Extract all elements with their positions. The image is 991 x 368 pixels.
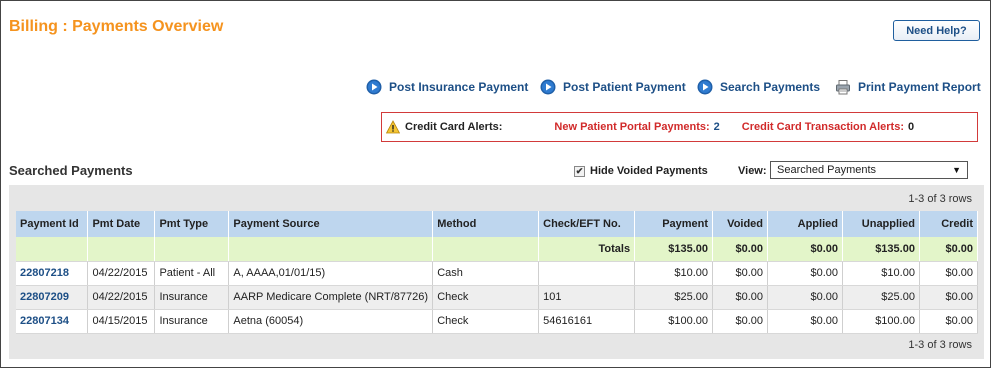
page-title: Billing : Payments Overview bbox=[9, 18, 224, 35]
method-cell: Check bbox=[432, 285, 540, 310]
credit-card-alerts-box: Credit Card Alerts: New Patient Portal P… bbox=[381, 112, 978, 142]
unapplied-cell: $100.00 bbox=[842, 309, 920, 334]
view-select[interactable]: Searched Payments ▼ bbox=[770, 161, 968, 179]
printer-icon bbox=[836, 80, 850, 95]
rows-count-bottom: 1-3 of 3 rows bbox=[908, 339, 972, 351]
payment-id-link[interactable]: 22807218 bbox=[20, 267, 69, 279]
table-row[interactable]: 22807209 04/22/2015 Insurance AARP Medic… bbox=[16, 285, 979, 310]
totals-cell-empty bbox=[432, 237, 540, 262]
payments-overview-window: Billing : Payments Overview Need Help? P… bbox=[0, 0, 991, 368]
pmt-date-cell: 04/15/2015 bbox=[87, 309, 156, 334]
payments-table: Payment Id Pmt Date Pmt Type Payment Sou… bbox=[16, 211, 979, 334]
play-circle-icon bbox=[366, 79, 382, 95]
totals-cell-empty bbox=[154, 237, 230, 262]
unapplied-cell: $25.00 bbox=[842, 285, 920, 310]
totals-row: Totals $135.00 $0.00 $0.00 $135.00 $0.00 bbox=[16, 237, 979, 262]
payment-source-cell: AARP Medicare Complete (NRT/87726) bbox=[228, 285, 434, 310]
portal-payments-label: New Patient Portal Payments: bbox=[554, 121, 710, 133]
pmt-date-cell: 04/22/2015 bbox=[87, 261, 156, 286]
table-row[interactable]: 22807218 04/22/2015 Patient - All A, AAA… bbox=[16, 261, 979, 286]
search-payments-label: Search Payments bbox=[720, 80, 821, 94]
hide-voided-toggle[interactable]: ✔ Hide Voided Payments bbox=[574, 165, 708, 177]
dropdown-arrow-icon: ▼ bbox=[952, 165, 961, 175]
payment-id-link[interactable]: 22807134 bbox=[20, 315, 69, 327]
totals-cell-empty bbox=[228, 237, 434, 262]
totals-label: Totals bbox=[538, 237, 636, 262]
totals-cell-empty bbox=[16, 237, 89, 262]
pmt-type-cell: Insurance bbox=[154, 309, 230, 334]
payment-source-cell: A, AAAA,01/01/15) bbox=[228, 261, 434, 286]
payment-source-cell: Aetna (60054) bbox=[228, 309, 434, 334]
pmt-type-cell: Patient - All bbox=[154, 261, 230, 286]
column-header-payment[interactable]: Payment bbox=[634, 211, 714, 237]
warning-icon bbox=[386, 120, 400, 134]
pmt-type-cell: Insurance bbox=[154, 285, 230, 310]
applied-cell: $0.00 bbox=[767, 261, 843, 286]
voided-cell: $0.00 bbox=[712, 309, 769, 334]
play-circle-icon bbox=[540, 79, 556, 95]
totals-unapplied: $135.00 bbox=[842, 237, 920, 262]
post-patient-payment-link[interactable]: Post Patient Payment bbox=[540, 78, 686, 96]
post-insurance-payment-link[interactable]: Post Insurance Payment bbox=[366, 78, 528, 96]
column-header-credit[interactable]: Credit bbox=[919, 211, 979, 237]
portal-payments-count-link[interactable]: 2 bbox=[714, 121, 720, 133]
post-insurance-payment-label: Post Insurance Payment bbox=[389, 80, 529, 94]
print-payment-report-link[interactable]: Print Payment Report bbox=[835, 78, 981, 96]
rows-count-top: 1-3 of 3 rows bbox=[908, 193, 972, 205]
column-header-pmt-date[interactable]: Pmt Date bbox=[87, 211, 156, 237]
column-header-method[interactable]: Method bbox=[432, 211, 540, 237]
view-label: View: bbox=[738, 165, 767, 177]
voided-cell: $0.00 bbox=[712, 285, 769, 310]
totals-payment: $135.00 bbox=[634, 237, 714, 262]
hide-voided-checkbox[interactable]: ✔ bbox=[574, 165, 585, 177]
payment-id-link[interactable]: 22807209 bbox=[20, 291, 69, 303]
payment-cell: $100.00 bbox=[634, 309, 714, 334]
payments-grid-panel: 1-3 of 3 rows Payment Id Pmt Date Pmt Ty… bbox=[9, 185, 984, 359]
post-patient-payment-label: Post Patient Payment bbox=[563, 80, 686, 94]
print-payment-report-label: Print Payment Report bbox=[858, 80, 981, 94]
applied-cell: $0.00 bbox=[767, 285, 843, 310]
column-header-pmt-type[interactable]: Pmt Type bbox=[154, 211, 230, 237]
totals-applied: $0.00 bbox=[767, 237, 843, 262]
totals-voided: $0.00 bbox=[712, 237, 769, 262]
payment-cell: $25.00 bbox=[634, 285, 714, 310]
method-cell: Cash bbox=[432, 261, 540, 286]
credit-cell: $0.00 bbox=[919, 261, 979, 286]
column-header-payment-source[interactable]: Payment Source bbox=[228, 211, 434, 237]
column-header-check-eft[interactable]: Check/EFT No. bbox=[538, 211, 636, 237]
pmt-date-cell: 04/22/2015 bbox=[87, 285, 156, 310]
cc-transaction-alerts-count: 0 bbox=[907, 121, 915, 133]
play-circle-icon bbox=[697, 79, 713, 95]
applied-cell: $0.00 bbox=[767, 309, 843, 334]
totals-cell-empty bbox=[87, 237, 156, 262]
check-eft-cell: 54616161 bbox=[538, 309, 636, 334]
cc-transaction-alerts-label: Credit Card Transaction Alerts: bbox=[741, 121, 904, 133]
credit-cell: $0.00 bbox=[919, 285, 979, 310]
hide-voided-label: Hide Voided Payments bbox=[590, 165, 708, 177]
unapplied-cell: $10.00 bbox=[842, 261, 920, 286]
column-header-applied[interactable]: Applied bbox=[767, 211, 843, 237]
column-header-payment-id[interactable]: Payment Id bbox=[16, 211, 89, 237]
search-payments-link[interactable]: Search Payments bbox=[697, 78, 820, 96]
check-eft-cell bbox=[538, 261, 636, 286]
credit-card-alerts-label: Credit Card Alerts: bbox=[405, 121, 503, 133]
column-header-voided[interactable]: Voided bbox=[712, 211, 769, 237]
method-cell: Check bbox=[432, 309, 540, 334]
voided-cell: $0.00 bbox=[712, 261, 769, 286]
table-header-row: Payment Id Pmt Date Pmt Type Payment Sou… bbox=[16, 211, 979, 237]
credit-cell: $0.00 bbox=[919, 309, 979, 334]
view-select-value: Searched Payments bbox=[777, 164, 877, 176]
searched-payments-heading: Searched Payments bbox=[9, 163, 133, 178]
table-row[interactable]: 22807134 04/15/2015 Insurance Aetna (600… bbox=[16, 309, 979, 334]
totals-credit: $0.00 bbox=[919, 237, 979, 262]
payment-cell: $10.00 bbox=[634, 261, 714, 286]
check-eft-cell: 101 bbox=[538, 285, 636, 310]
column-header-unapplied[interactable]: Unapplied bbox=[842, 211, 920, 237]
need-help-button[interactable]: Need Help? bbox=[893, 20, 980, 41]
